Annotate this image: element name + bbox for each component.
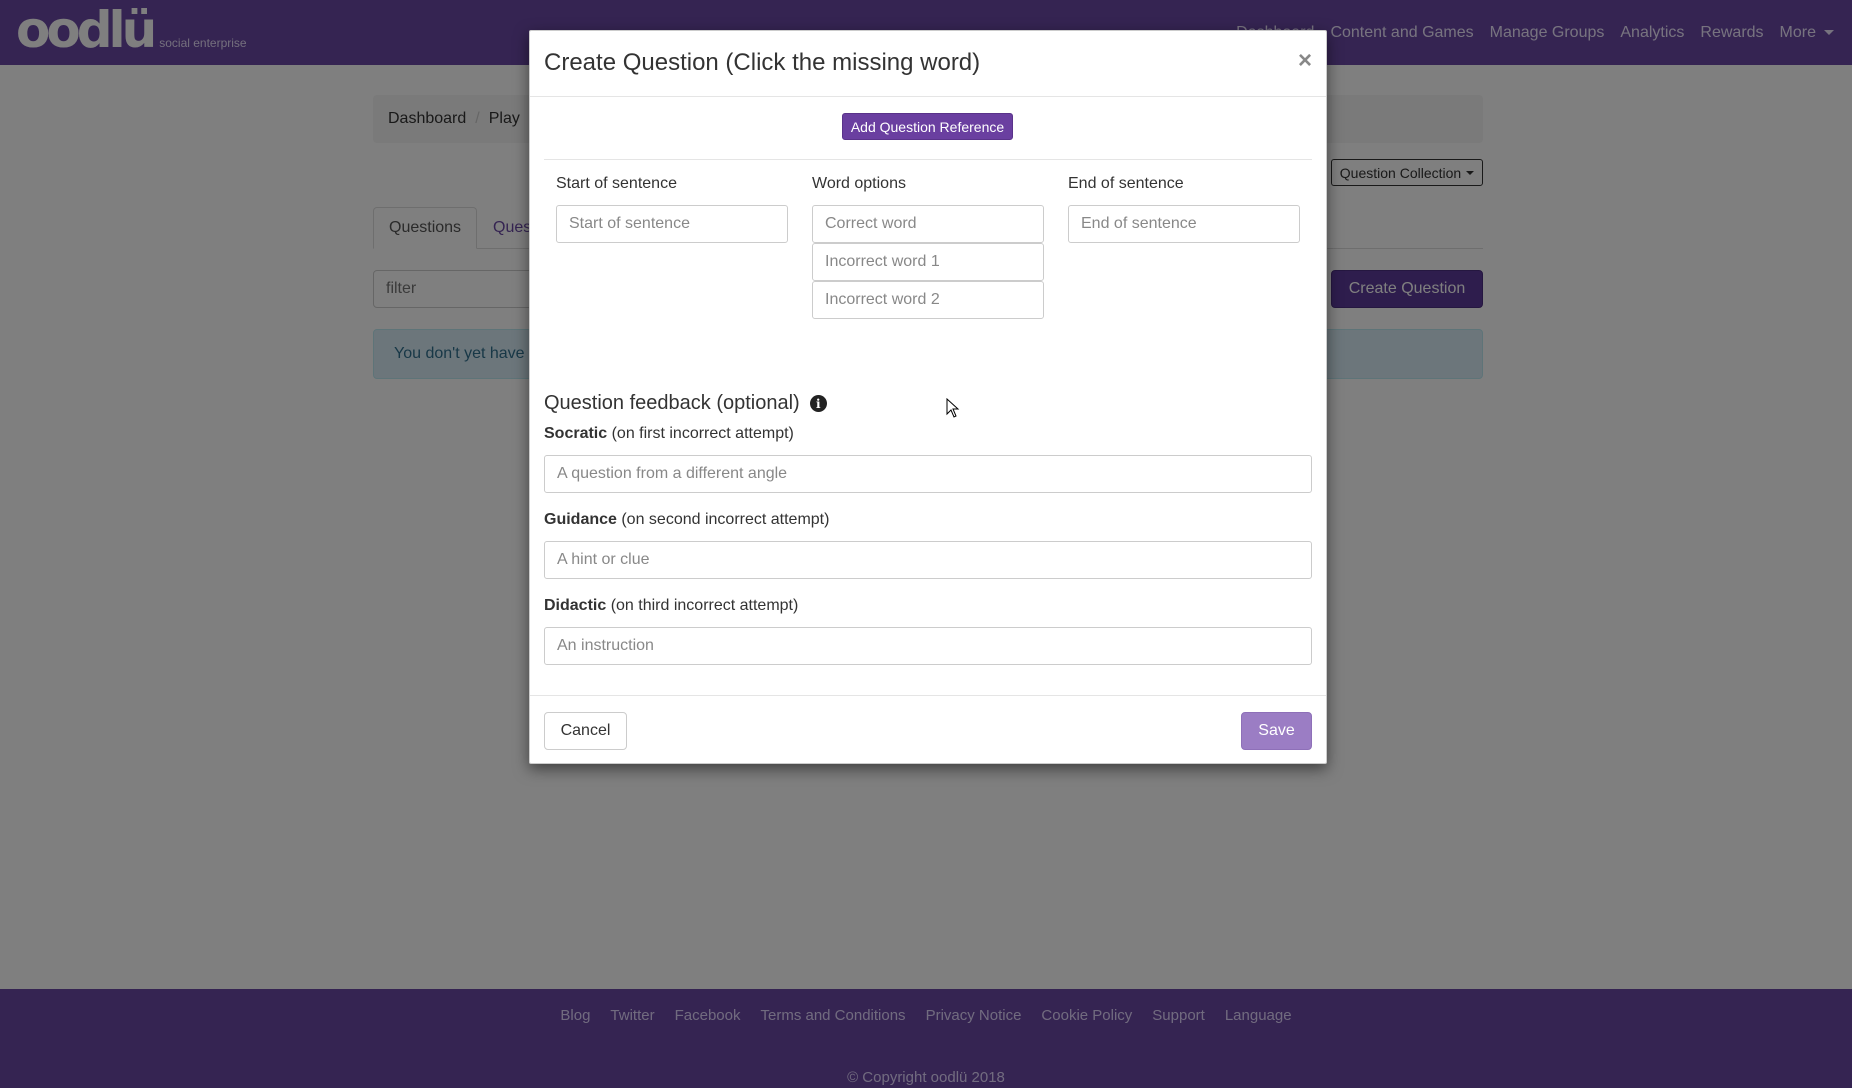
modal-footer-divider <box>530 695 1326 696</box>
didactic-label: Didactic (on third incorrect attempt) <box>544 597 798 615</box>
didactic-label-note: (on third incorrect attempt) <box>606 597 799 614</box>
end-of-sentence-label: End of sentence <box>1068 175 1184 192</box>
start-of-sentence-input[interactable] <box>556 205 788 243</box>
create-question-modal: Create Question (Click the missing word)… <box>529 30 1327 764</box>
socratic-label-bold: Socratic <box>544 425 608 442</box>
guidance-feedback-input[interactable] <box>544 541 1312 579</box>
modal-title: Create Question (Click the missing word) <box>544 49 981 76</box>
feedback-heading: Question feedback (optional) i <box>544 392 827 415</box>
socratic-label-note: (on first incorrect attempt) <box>607 425 794 442</box>
didactic-label-bold: Didactic <box>544 597 607 614</box>
close-icon[interactable]: × <box>1298 49 1312 73</box>
feedback-heading-text: Question feedback (optional) <box>544 392 800 414</box>
incorrect-word-2-input[interactable] <box>812 281 1044 319</box>
add-question-reference-button[interactable]: Add Question Reference <box>842 113 1013 140</box>
guidance-label-note: (on second incorrect attempt) <box>616 511 830 528</box>
cancel-button[interactable]: Cancel <box>544 712 627 750</box>
start-of-sentence-label: Start of sentence <box>556 175 677 192</box>
end-of-sentence-input[interactable] <box>1068 205 1300 243</box>
info-icon[interactable]: i <box>809 395 827 412</box>
guidance-label: Guidance (on second incorrect attempt) <box>544 511 829 529</box>
word-options-label: Word options <box>812 175 906 192</box>
modal-header: Create Question (Click the missing word)… <box>530 31 1326 97</box>
mouse-cursor-icon <box>946 398 960 418</box>
divider <box>544 159 1312 160</box>
didactic-feedback-input[interactable] <box>544 627 1312 665</box>
correct-word-input[interactable] <box>812 205 1044 243</box>
socratic-feedback-input[interactable] <box>544 455 1312 493</box>
save-button[interactable]: Save <box>1241 712 1312 750</box>
socratic-label: Socratic (on first incorrect attempt) <box>544 425 794 443</box>
guidance-label-bold: Guidance <box>544 511 617 528</box>
incorrect-word-1-input[interactable] <box>812 243 1044 281</box>
